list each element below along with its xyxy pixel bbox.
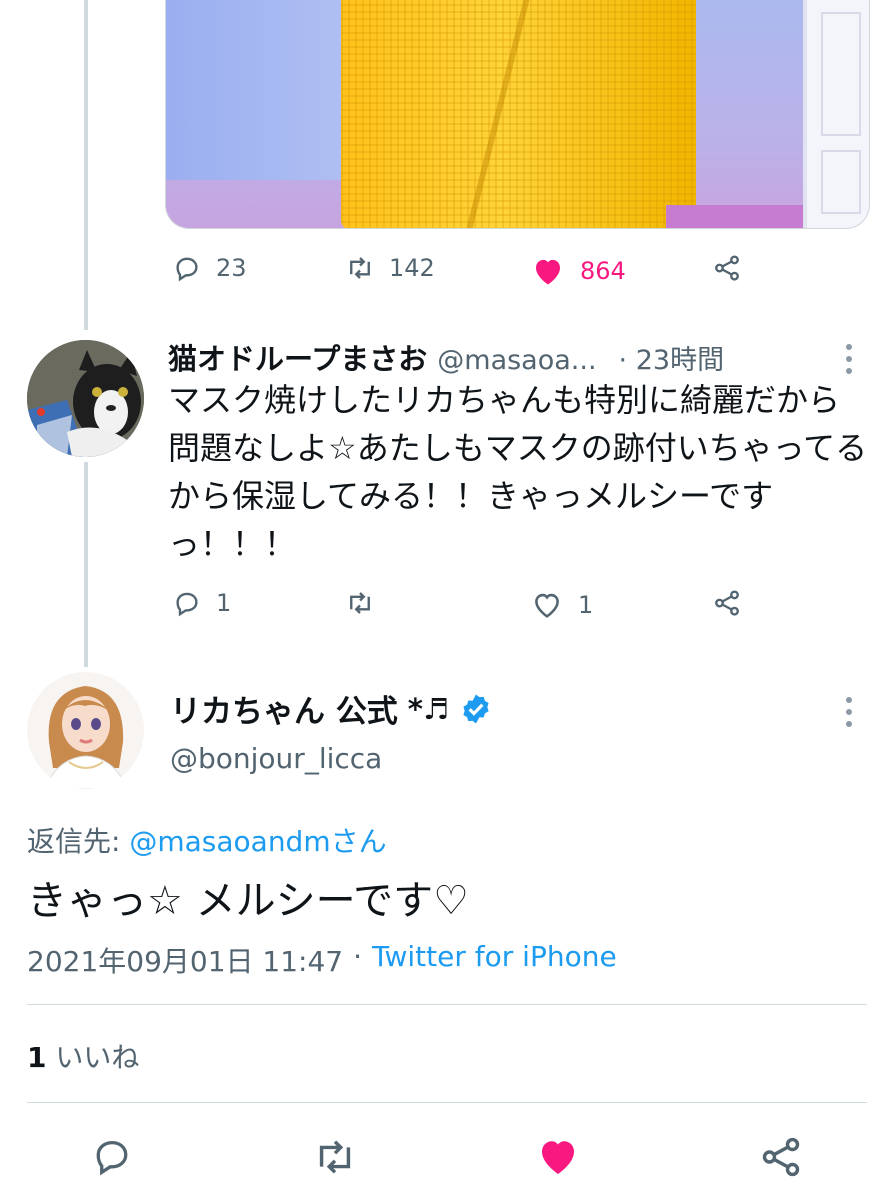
main-author-handle[interactable]: @bonjour_licca — [170, 742, 382, 775]
meta-separator: · — [353, 940, 363, 973]
cat-avatar-image — [27, 340, 144, 457]
retweet-icon — [350, 257, 370, 279]
tweet-timestamp[interactable]: 2021年09月01日 11:47 — [27, 940, 343, 980]
likes-count: 1 — [27, 1041, 47, 1074]
heart-filled-icon[interactable] — [534, 1132, 582, 1180]
reply-button[interactable]: 23 — [172, 253, 247, 283]
divider-bottom — [27, 1102, 867, 1103]
tweet-media-image[interactable] — [165, 0, 870, 229]
reply-like-button[interactable]: 1 — [530, 588, 593, 622]
share-button[interactable] — [712, 253, 742, 283]
main-tweet-text: きゃっ☆ メルシーです♡ — [27, 878, 470, 924]
reply-retweet-button[interactable] — [345, 588, 375, 618]
avatar-licca[interactable] — [27, 672, 144, 789]
reply-share-button[interactable] — [712, 588, 742, 618]
reply-icon — [176, 592, 198, 617]
share-icon[interactable] — [758, 1134, 804, 1180]
tweet-meta-line: 2021年09月01日 11:47 · Twitter for iPhone — [27, 940, 617, 980]
heart-filled-icon — [536, 259, 560, 285]
main-more-options-icon[interactable] — [846, 697, 852, 727]
thread-line-top — [84, 0, 88, 330]
reply-reply-button[interactable]: 1 — [172, 588, 231, 618]
reply-to-label: 返信先: — [27, 825, 121, 858]
heart-outline-icon — [535, 593, 559, 618]
thread-line-middle — [84, 462, 88, 667]
reply-more-options-icon[interactable] — [846, 344, 852, 374]
reply-author-name[interactable]: 猫オドループまさお — [168, 336, 427, 378]
like-button[interactable]: 864 — [530, 253, 626, 289]
reply-like-count: 1 — [578, 591, 594, 619]
doll-avatar-image — [27, 672, 144, 789]
retweet-icon — [350, 592, 370, 614]
avatar-masaoa[interactable] — [27, 340, 144, 457]
reply-author-handle[interactable]: @masaoa... — [437, 345, 596, 376]
verified-badge-icon — [463, 694, 489, 723]
retweet-count: 142 — [389, 254, 435, 282]
like-count: 864 — [580, 257, 626, 285]
reply-icon — [176, 257, 198, 282]
main-author-name-suffix: *♬ — [407, 691, 449, 726]
likes-stat[interactable]: 1 いいね — [27, 1036, 139, 1076]
reply-count: 23 — [216, 254, 247, 282]
reply-tweet-text: マスク焼けしたリカちゃんも特別に綺麗だから問題なしよ☆あたしもマスクの跡付いちゃ… — [168, 381, 868, 563]
reply-reply-count: 1 — [216, 589, 232, 617]
reply-time[interactable]: · 23時間 — [619, 338, 725, 377]
reply-icon[interactable] — [90, 1134, 134, 1178]
reply-to-line: 返信先: @masaoandmさん — [27, 820, 387, 860]
reply-to-handle-link[interactable]: @masaoandmさん — [129, 825, 386, 858]
retweet-button[interactable]: 142 — [345, 253, 435, 283]
retweet-icon[interactable] — [312, 1134, 358, 1180]
main-tweet-name-row: リカちゃん 公式 *♬ — [170, 686, 493, 731]
share-icon — [715, 590, 739, 616]
divider-top — [27, 1004, 867, 1005]
main-author-name[interactable]: リカちゃん 公式 — [170, 686, 398, 731]
share-icon — [715, 255, 739, 281]
tweet-source-link[interactable]: Twitter for iPhone — [372, 940, 617, 980]
likes-label: いいね — [55, 1041, 140, 1074]
